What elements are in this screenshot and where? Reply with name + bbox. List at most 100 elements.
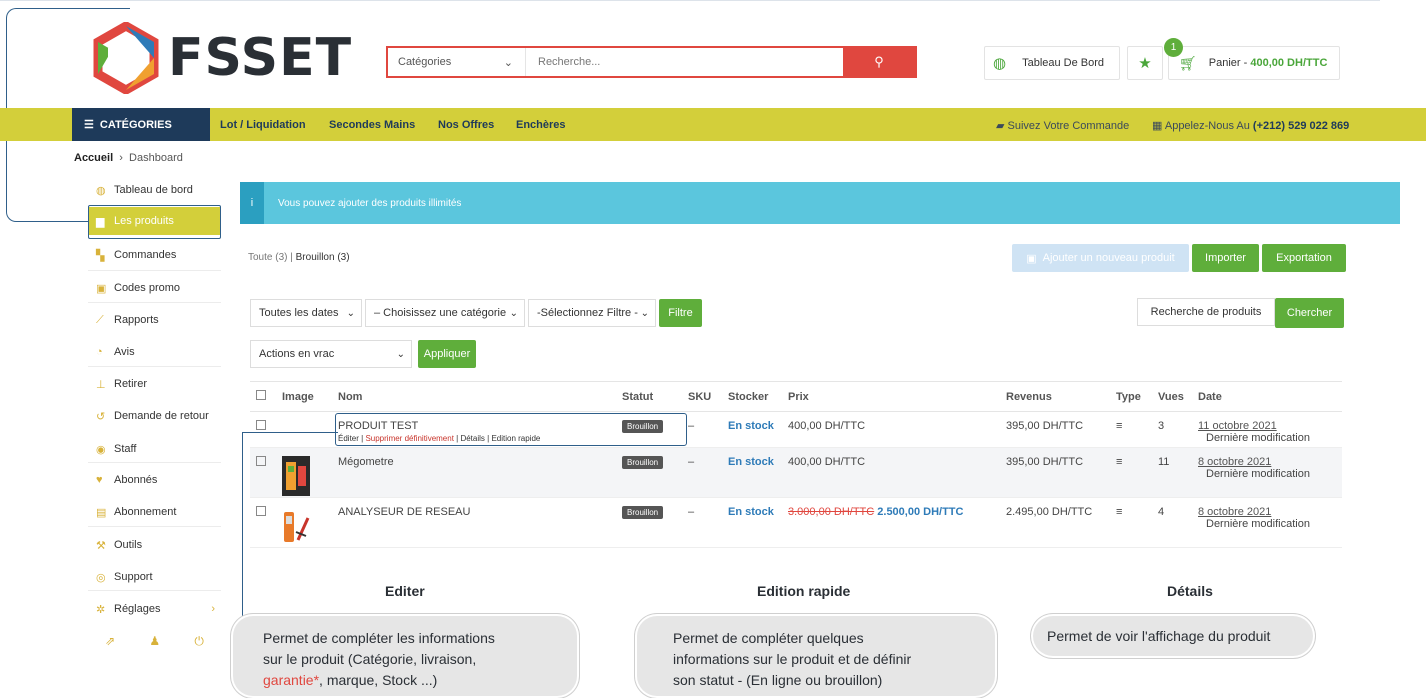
col-price[interactable]: Prix (782, 381, 1000, 412)
track-order-label: Suivez Votre Commande (1007, 120, 1130, 132)
row-sku: – (682, 497, 722, 548)
nav-link-secondes-mains[interactable]: Secondes Mains (329, 119, 415, 131)
stock-status: En stock (728, 420, 774, 432)
sidebar-item-tools[interactable]: ⚒ Outils (88, 531, 221, 559)
type-filter-select[interactable]: -Sélectionnez Filtre - ⌄ (528, 299, 656, 327)
edit-caption-line: Permet de compléter les informations (263, 630, 495, 646)
old-price: 3.000,00 DH/TTC (788, 506, 875, 518)
menu-icon: ☰ (84, 119, 94, 131)
phone-icon: ▦ (1152, 120, 1163, 132)
tab-all[interactable]: Toute (3) (248, 252, 287, 263)
status-badge: Brouillon (622, 456, 664, 469)
sidebar-item-label: Demande de retour (114, 410, 209, 422)
row-revenue: 395,00 DH/TTC (1000, 411, 1110, 448)
row-type-cell: ≡ (1110, 447, 1152, 498)
table-row: ANALYSEUR DE RESEAU Brouillon – En stock… (250, 497, 1342, 548)
search-button[interactable]: ⚲ (843, 48, 915, 76)
categories-menu-button[interactable]: ☰ CATÉGORIES (72, 108, 210, 141)
select-all-checkbox[interactable] (256, 390, 266, 400)
quick-edit-caption-title: Edition rapide (757, 583, 851, 599)
category-select[interactable]: Catégories ⌄ (388, 48, 526, 76)
col-name[interactable]: Nom (332, 381, 616, 412)
product-name-link[interactable]: Mégometre (332, 447, 616, 498)
sidebar-item-dashboard[interactable]: ◍ Tableau de bord (88, 176, 221, 204)
sidebar-item-staff[interactable]: ◉ Staff (88, 435, 221, 463)
sidebar-item-label: Abonnés (114, 474, 158, 486)
date-link[interactable]: 8 octobre 2021 (1198, 506, 1336, 518)
date-filter-select[interactable]: Toutes les dates ⌄ (250, 299, 362, 327)
add-product-button[interactable]: ▣ Ajouter un nouveau produit (1012, 244, 1189, 272)
row-type-cell: ≡ (1110, 497, 1152, 548)
sidebar-item-label: Commandes (114, 249, 177, 261)
sidebar-item-followers[interactable]: ♥ Abonnés (88, 466, 221, 494)
sidebar-item-reviews[interactable]: ◔ Avis (88, 338, 221, 366)
sidebar-item-label: Abonnement (114, 506, 177, 518)
col-date[interactable]: Date (1192, 381, 1342, 412)
status-tabs: Toute (3) | Brouillon (3) (248, 252, 350, 263)
dashboard-icon: ◍ (993, 55, 1007, 72)
logo[interactable]: FSSET (90, 22, 352, 94)
modified-label: Dernière modification (1206, 518, 1310, 530)
row-date-cell: 8 octobre 2021 Dernière modification (1192, 447, 1342, 498)
category-filter-select[interactable]: – Choisissez une catégorie ⌄ (365, 299, 525, 327)
sidebar-divider (88, 270, 221, 271)
track-order-link[interactable]: ▰ Suivez Votre Commande (996, 119, 1129, 132)
category-select-label: Catégories (398, 56, 452, 68)
date-link[interactable]: 8 octobre 2021 (1198, 456, 1336, 468)
filter-button[interactable]: Filtre (659, 299, 702, 327)
truck-icon: ▰ (996, 120, 1005, 132)
nav-link-encheres[interactable]: Enchères (516, 119, 566, 131)
product-name-link[interactable]: ANALYSEUR DE RESEAU (332, 497, 616, 548)
nav-link-liquidation[interactable]: Lot / Liquidation (220, 119, 306, 131)
user-icon[interactable]: ♟ (149, 634, 160, 648)
nav-link-offres[interactable]: Nos Offres (438, 119, 494, 131)
row-date-cell: 8 octobre 2021 Dernière modification (1192, 497, 1342, 548)
product-search-input[interactable]: Recherche de produits (1137, 298, 1275, 326)
callout-line (20, 8, 130, 9)
sidebar-item-returns[interactable]: ↺ Demande de retour (88, 402, 221, 430)
sidebar-item-reports[interactable]: ⟋ Rapports (88, 306, 221, 334)
sidebar-item-subscription[interactable]: ▤ Abonnement (88, 498, 221, 526)
row-image (276, 411, 332, 448)
list-icon: ≡ (1116, 456, 1123, 468)
dashboard-button[interactable]: ◍ Tableau De Bord (984, 46, 1120, 80)
apply-button[interactable]: Appliquer (418, 340, 476, 368)
date-link[interactable]: 11 octobre 2021 (1198, 420, 1336, 432)
import-button[interactable]: Importer (1192, 244, 1259, 272)
sidebar-item-coupons[interactable]: ▣ Codes promo (88, 274, 221, 302)
details-caption-bubble: Permet de voir l'affichage du produit (1033, 616, 1313, 656)
cart-icon: ▚ (96, 249, 105, 262)
row-revenue: 2.495,00 DH/TTC (1000, 497, 1110, 548)
row-checkbox[interactable] (256, 506, 266, 516)
search-bar: Catégories ⌄ Recherche... ⚲ (386, 46, 917, 78)
quick-edit-caption-line: Permet de compléter quelques (673, 630, 864, 646)
row-image[interactable] (276, 447, 332, 498)
row-checkbox[interactable] (256, 456, 266, 466)
details-caption-line: Permet de voir l'affichage du produit (1047, 628, 1271, 644)
tab-draft[interactable]: Brouillon (3) (296, 252, 350, 263)
bulk-actions-select[interactable]: Actions en vrac ⌄ (250, 340, 412, 368)
list-icon: ≡ (1116, 420, 1123, 432)
book-icon: ▤ (96, 506, 107, 519)
row-checkbox[interactable] (256, 420, 266, 430)
cart-button[interactable]: 🛒︎ Panier - 400,00 DH/TTC (1168, 46, 1340, 80)
row-views: 3 (1152, 411, 1192, 448)
col-sku[interactable]: SKU (682, 381, 722, 412)
row-image[interactable] (276, 497, 332, 548)
power-icon[interactable]: ⏻ (194, 634, 204, 649)
sidebar-item-withdraw[interactable]: ⊥ Retirer (88, 370, 221, 398)
search-input[interactable]: Recherche... (526, 56, 843, 68)
callout-line (20, 221, 90, 222)
search-products-button[interactable]: Chercher (1275, 298, 1344, 328)
external-link-icon[interactable]: ⇗ (105, 634, 115, 648)
row-price: 400,00 DH/TTC (782, 411, 1000, 448)
favorites-button[interactable]: ★ (1127, 46, 1163, 80)
export-button[interactable]: Exportation (1262, 244, 1346, 272)
edit-caption-bubble: Permet de compléter les informations sur… (233, 616, 577, 696)
heart-icon: ♥ (96, 474, 103, 486)
sidebar-item-label: Codes promo (114, 282, 181, 294)
sidebar-item-orders[interactable]: ▚ Commandes (88, 241, 221, 269)
sidebar-item-settings[interactable]: ✲ Réglages › (88, 595, 221, 623)
breadcrumb-home[interactable]: Accueil (74, 152, 113, 164)
sidebar-item-support[interactable]: ◎ Support (88, 563, 221, 591)
